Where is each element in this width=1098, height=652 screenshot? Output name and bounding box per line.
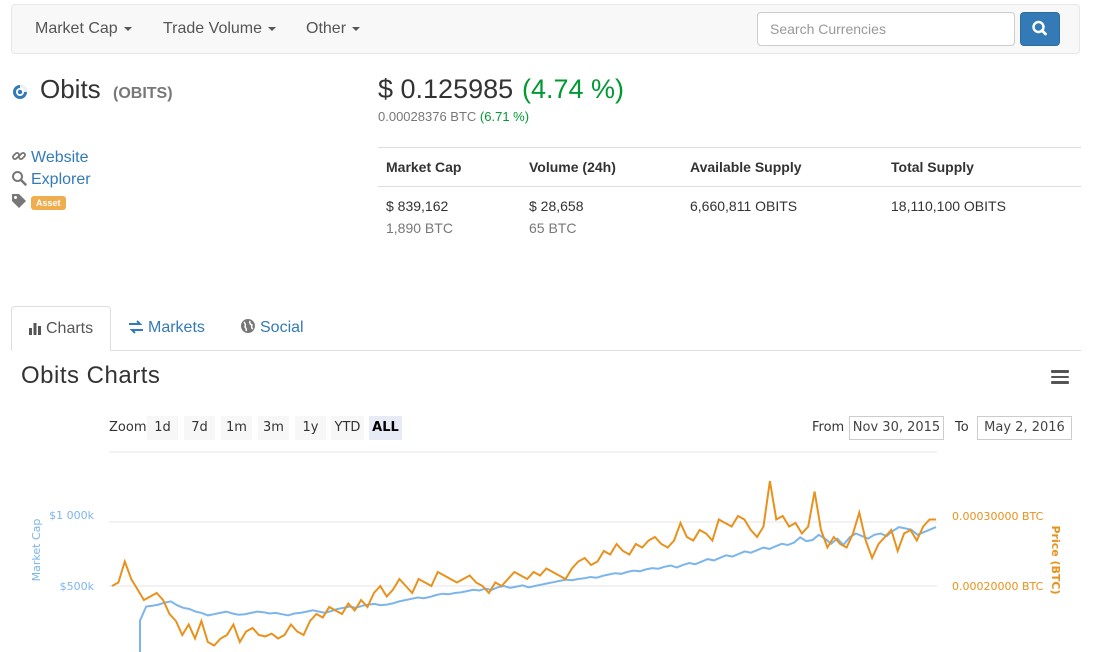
website-link-label: Website [31, 149, 89, 166]
nav-other-label: Other [306, 20, 347, 37]
left-axis-label: Market Cap [30, 519, 43, 582]
explorer-link-label: Explorer [31, 171, 91, 188]
asset-badge: Asset [31, 196, 66, 210]
from-date-input[interactable]: Nov 30, 2015 [849, 416, 944, 440]
right-axis-tick-0.0002: 0.00020000 BTC [952, 580, 1044, 593]
zoom-all-button[interactable]: ALL [369, 416, 402, 440]
caret-down-icon [352, 26, 361, 31]
stats-body-row: $ 839,162 1,890 BTC $ 28,658 65 BTC 6,66… [378, 187, 1081, 257]
search-icon [12, 171, 27, 186]
price-btc: 0.00028376 BTC (6.71 %) [378, 109, 529, 124]
nav-trade-volume-dropdown[interactable]: Trade Volume [163, 5, 277, 53]
market-cap-btc: 1,890 BTC [386, 220, 453, 236]
chart-title: Obits Charts [21, 362, 161, 389]
price-change-usd: (4.74 %) [522, 74, 625, 104]
top-navbar: Market Cap Trade Volume Other [11, 4, 1080, 54]
series-market-cap-line [139, 526, 937, 652]
to-label: To [955, 420, 969, 435]
zoom-1y-button[interactable]: 1y [295, 416, 326, 440]
nav-trade-volume-label: Trade Volume [163, 20, 263, 37]
price-btc-value: 0.00028376 BTC [378, 109, 477, 124]
chart-menu-icon[interactable] [1051, 370, 1069, 384]
zoom-3m-button[interactable]: 3m [258, 416, 289, 440]
stats-header-available-supply: Available Supply [690, 159, 802, 175]
market-cap-usd: $ 839,162 [386, 198, 449, 214]
zoom-1m-button[interactable]: 1m [221, 416, 252, 440]
search-icon [1032, 20, 1047, 36]
stats-table: Market Cap Volume (24h) Available Supply… [378, 147, 1081, 257]
stats-header-total-supply: Total Supply [891, 159, 974, 175]
globe-icon [241, 319, 255, 333]
stats-header-row: Market Cap Volume (24h) Available Supply… [378, 148, 1081, 187]
nav-market-cap-label: Market Cap [35, 20, 118, 37]
from-label: From [812, 420, 845, 435]
tab-charts-label: Charts [46, 320, 94, 337]
explorer-link[interactable]: Explorer [11, 170, 91, 189]
zoom-1d-button[interactable]: 1d [147, 416, 178, 440]
price-change-btc: (6.71 %) [479, 109, 530, 124]
search-button[interactable] [1020, 12, 1060, 46]
volume-btc: 65 BTC [529, 220, 577, 236]
nav-market-cap-dropdown[interactable]: Market Cap [35, 5, 132, 53]
right-axis-label: Price (BTC) [1049, 525, 1062, 594]
volume-usd: $ 28,658 [529, 198, 584, 214]
total-supply-value: 18,110,100 OBITS [891, 198, 1006, 214]
tab-bar: Charts Markets Social [11, 306, 1081, 351]
search-input[interactable] [757, 12, 1015, 46]
price-usd: $ 0.125985 [378, 74, 514, 104]
bar-chart-icon [29, 323, 41, 335]
website-link[interactable]: Website [11, 148, 89, 167]
coin-logo-icon [13, 85, 27, 99]
zoom-7d-button[interactable]: 7d [184, 416, 215, 440]
caret-down-icon [123, 26, 132, 31]
tab-social-label: Social [260, 319, 304, 336]
stats-header-volume: Volume (24h) [529, 159, 616, 175]
available-supply-value: 6,660,811 OBITS [690, 198, 798, 214]
tab-charts[interactable]: Charts [11, 306, 111, 351]
stats-header-market-cap: Market Cap [386, 159, 462, 175]
exchange-icon [129, 320, 143, 334]
zoom-ytd-button[interactable]: YTD [331, 416, 364, 440]
link-icon [12, 152, 26, 160]
tag-row: Asset [11, 193, 66, 214]
series-price-line [111, 480, 936, 647]
tab-markets[interactable]: Markets [112, 306, 221, 349]
price-chart[interactable]: $1 000k $500k 0.00030000 BTC 0.00020000 … [0, 440, 1098, 652]
coin-symbol: (OBITS) [113, 85, 173, 102]
right-axis-tick-0.0003: 0.00030000 BTC [952, 510, 1044, 523]
coin-name: Obits [40, 74, 101, 104]
tab-social[interactable]: Social [224, 306, 320, 349]
to-date-input[interactable]: May 2, 2016 [977, 416, 1072, 440]
zoom-label: Zoom [109, 420, 147, 435]
tag-icon [12, 194, 26, 208]
tab-markets-label: Markets [148, 319, 205, 336]
left-axis-tick-500k: $500k [60, 580, 95, 593]
nav-other-dropdown[interactable]: Other [306, 5, 361, 53]
left-axis-tick-1000k: $1 000k [49, 509, 94, 522]
caret-down-icon [268, 26, 277, 31]
